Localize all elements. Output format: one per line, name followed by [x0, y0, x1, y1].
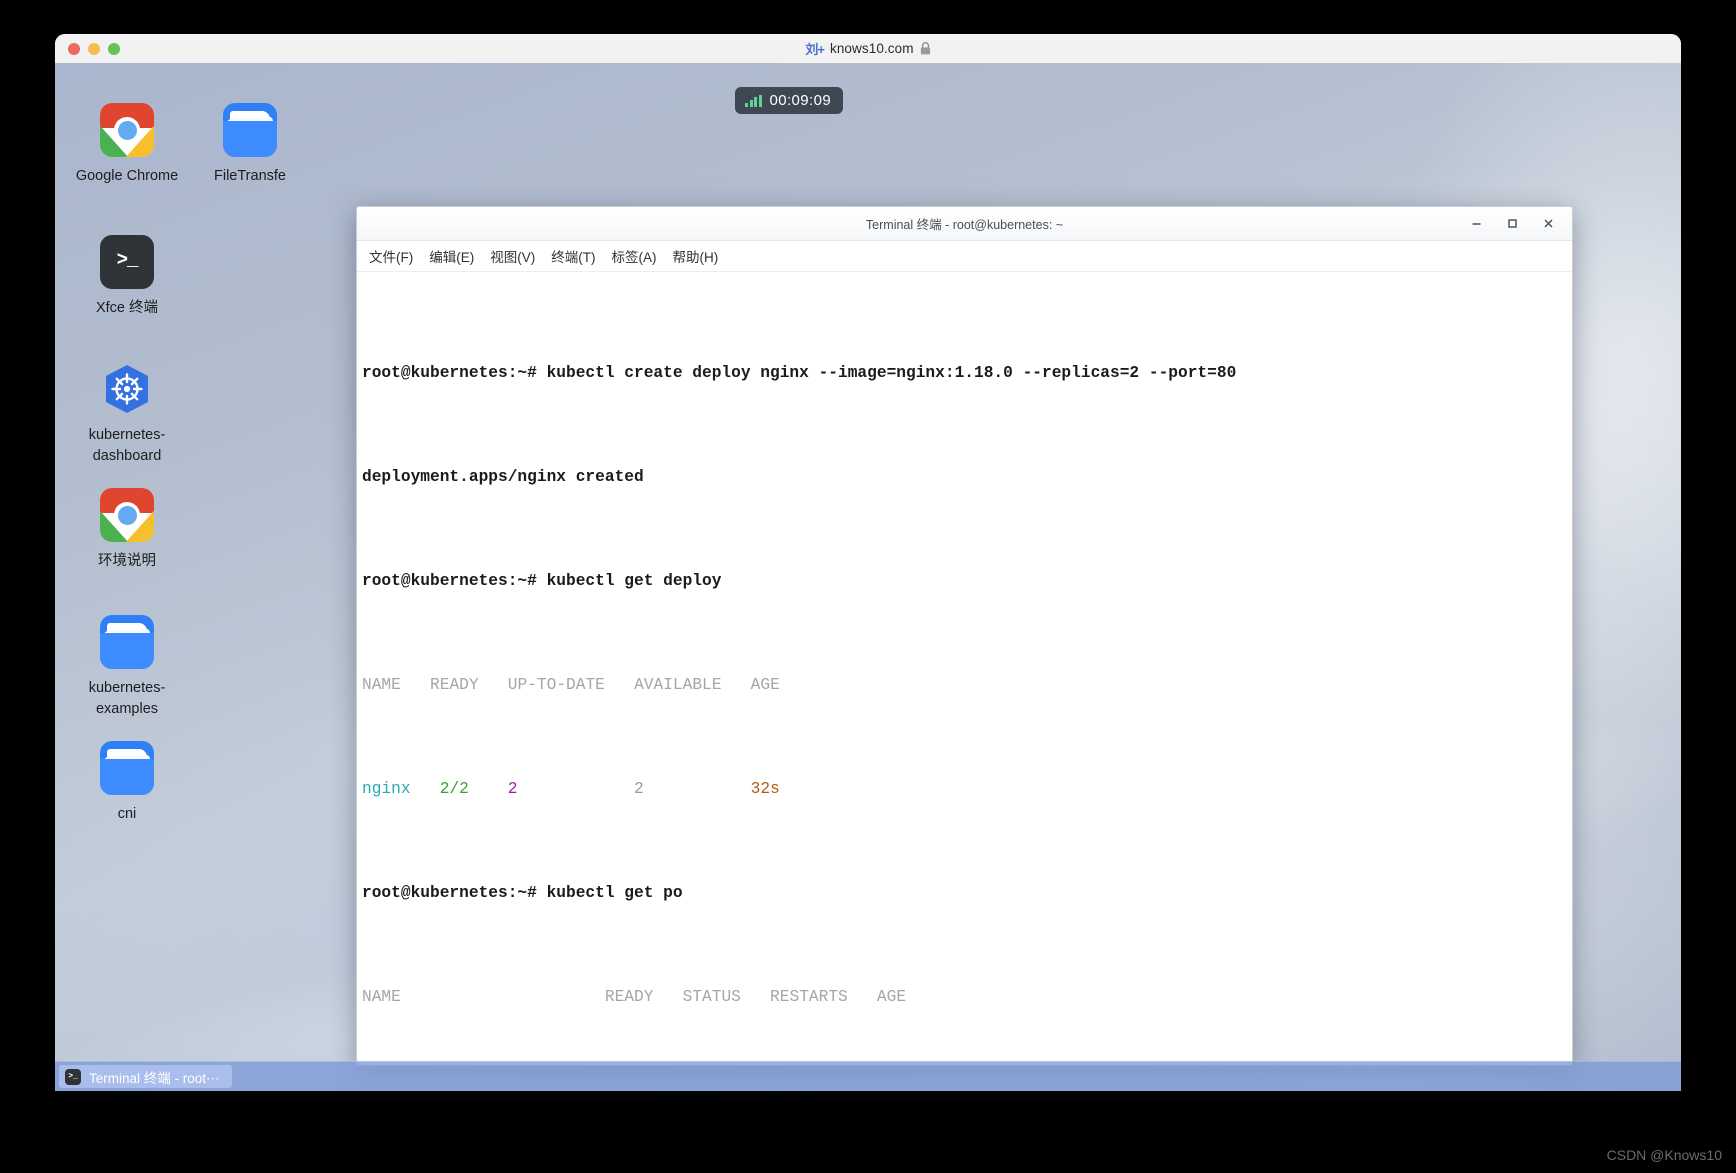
folder-icon: [100, 741, 154, 795]
browser-window: 刘+ knows10.com 00:09:09 Google Chrome Fi…: [55, 34, 1681, 1091]
menu-item-tabs[interactable]: 标签(A): [604, 243, 665, 269]
deploy-header-age: AGE: [750, 676, 780, 695]
terminal-title: Terminal 终端 - root@kubernetes: ~: [865, 218, 1064, 232]
desktop-icon-label: kubernetes-dashboard: [88, 427, 166, 464]
menu-item-view[interactable]: 视图(V): [482, 243, 543, 269]
desktop-icon-google-chrome[interactable]: Google Chrome: [63, 103, 191, 187]
taskbar-item-terminal[interactable]: >_ Terminal 终端 - root⋯: [59, 1065, 232, 1088]
pods-header-name: NAME: [362, 988, 401, 1007]
terminal-minimize-button[interactable]: [1458, 210, 1494, 238]
terminal-prompt: root@kubernetes:~#: [362, 884, 537, 903]
deploy-cell-ready: 2/2: [439, 780, 469, 799]
taskbar: >_ Terminal 终端 - root⋯: [55, 1061, 1681, 1091]
menu-item-help[interactable]: 帮助(H): [665, 243, 727, 269]
lock-icon: [920, 42, 931, 55]
pods-header-status: STATUS: [682, 988, 741, 1007]
menu-item-file[interactable]: 文件(F): [361, 243, 421, 269]
extension-badge-icon: 刘+: [805, 42, 825, 57]
desktop-icon-label: FileTransfe: [214, 168, 286, 184]
session-timer-badge: 00:09:09: [735, 87, 844, 114]
terminal-prompt: root@kubernetes:~#: [362, 572, 547, 591]
terminal-close-button[interactable]: [1530, 210, 1566, 238]
pods-header-age: AGE: [876, 988, 907, 1007]
terminal-command-text: kubectl get po: [546, 884, 683, 903]
desktop-icon-label: Google Chrome: [75, 168, 179, 184]
terminal-line-output: deployment.apps/nginx created: [359, 467, 1572, 488]
terminal-menubar: 文件(F) 编辑(E) 视图(V) 终端(T) 标签(A) 帮助(H): [357, 241, 1572, 272]
terminal-command-text: kubectl get deploy: [546, 572, 722, 591]
terminal-line-command: root@kubernetes:~# kubectl get po: [359, 883, 1572, 904]
browser-url-area: 刘+ knows10.com: [55, 34, 1681, 63]
terminal-icon: >_: [65, 1068, 81, 1085]
deploy-cell-uptodate: 2: [507, 780, 518, 799]
deploy-header-name: NAME: [362, 676, 401, 695]
deploy-header-ready: READY: [430, 676, 479, 695]
terminal-line-command: root@kubernetes:~# kubectl create deploy…: [359, 363, 1572, 384]
desktop-icon-cni[interactable]: cni: [63, 741, 191, 825]
desktop-icon-environment-info[interactable]: 环境说明: [63, 488, 191, 572]
pods-table-header: NAME READY STATUS RESTARTS AGE: [359, 987, 1572, 1008]
terminal-icon: >_: [100, 235, 154, 289]
menu-item-terminal[interactable]: 终端(T): [543, 243, 603, 269]
terminal-maximize-button[interactable]: [1494, 210, 1530, 238]
deploy-header-uptodate: UP-TO-DATE: [507, 676, 605, 695]
terminal-output-area[interactable]: root@kubernetes:~# kubectl create deploy…: [357, 272, 1572, 1065]
close-window-button[interactable]: [68, 42, 80, 55]
desktop-icon-label: cni: [117, 806, 137, 822]
deploy-cell-age: 32s: [750, 780, 780, 799]
minimize-window-button[interactable]: [88, 42, 100, 55]
signal-bars-icon: [745, 94, 762, 107]
taskbar-item-label: Terminal 终端 - root⋯: [89, 1070, 220, 1086]
url-text: knows10.com: [829, 41, 914, 56]
session-timer-value: 00:09:09: [769, 92, 832, 109]
traffic-lights: [68, 42, 120, 55]
desktop-icon-kubernetes-examples[interactable]: kubernetes-examples: [63, 615, 191, 719]
desktop-icon-label: kubernetes-examples: [88, 680, 166, 717]
desktop: 00:09:09 Google Chrome FileTransfe >_ Xf…: [55, 63, 1681, 1091]
watermark: CSDN @Knows10: [1606, 1147, 1722, 1163]
desktop-icon-filetransfer[interactable]: FileTransfe: [186, 103, 314, 187]
terminal-window-controls: [1458, 210, 1566, 238]
desktop-icon-xfce-terminal[interactable]: >_ Xfce 终端: [63, 235, 191, 319]
chrome-icon: [100, 488, 154, 542]
folder-icon: [100, 615, 154, 669]
pods-header-ready: READY: [604, 988, 654, 1007]
screen-root: 刘+ knows10.com 00:09:09 Google Chrome Fi…: [0, 0, 1736, 1173]
terminal-titlebar[interactable]: Terminal 终端 - root@kubernetes: ~: [357, 207, 1572, 241]
deploy-cell-available: 2: [634, 780, 644, 799]
kubernetes-icon: [100, 362, 154, 416]
chrome-icon: [100, 103, 154, 157]
desktop-icon-kubernetes-dashboard[interactable]: kubernetes-dashboard: [63, 362, 191, 466]
terminal-prompt: root@kubernetes:~#: [362, 364, 547, 383]
deploy-header-available: AVAILABLE: [634, 676, 722, 695]
desktop-icon-label: Xfce 终端: [95, 300, 159, 316]
terminal-line-command: root@kubernetes:~# kubectl get deploy: [359, 571, 1572, 592]
deploy-table-header: NAME READY UP-TO-DATE AVAILABLE AGE: [359, 675, 1572, 696]
deploy-cell-name: nginx: [362, 780, 411, 799]
terminal-output-text: deployment.apps/nginx created: [362, 468, 644, 487]
desktop-icon-label: 环境说明: [98, 553, 156, 569]
terminal-window: Terminal 终端 - root@kubernetes: ~ 文件(F) 编…: [356, 206, 1573, 1066]
pods-header-restarts: RESTARTS: [770, 988, 848, 1007]
browser-titlebar: 刘+ knows10.com: [55, 34, 1681, 64]
menu-item-edit[interactable]: 编辑(E): [421, 243, 482, 269]
folder-icon: [223, 103, 277, 157]
deploy-table-row: nginx 2/2 2 2 32s: [359, 779, 1572, 800]
zoom-window-button[interactable]: [108, 42, 120, 55]
terminal-command-text: kubectl create deploy nginx --image=ngin…: [546, 364, 1237, 383]
